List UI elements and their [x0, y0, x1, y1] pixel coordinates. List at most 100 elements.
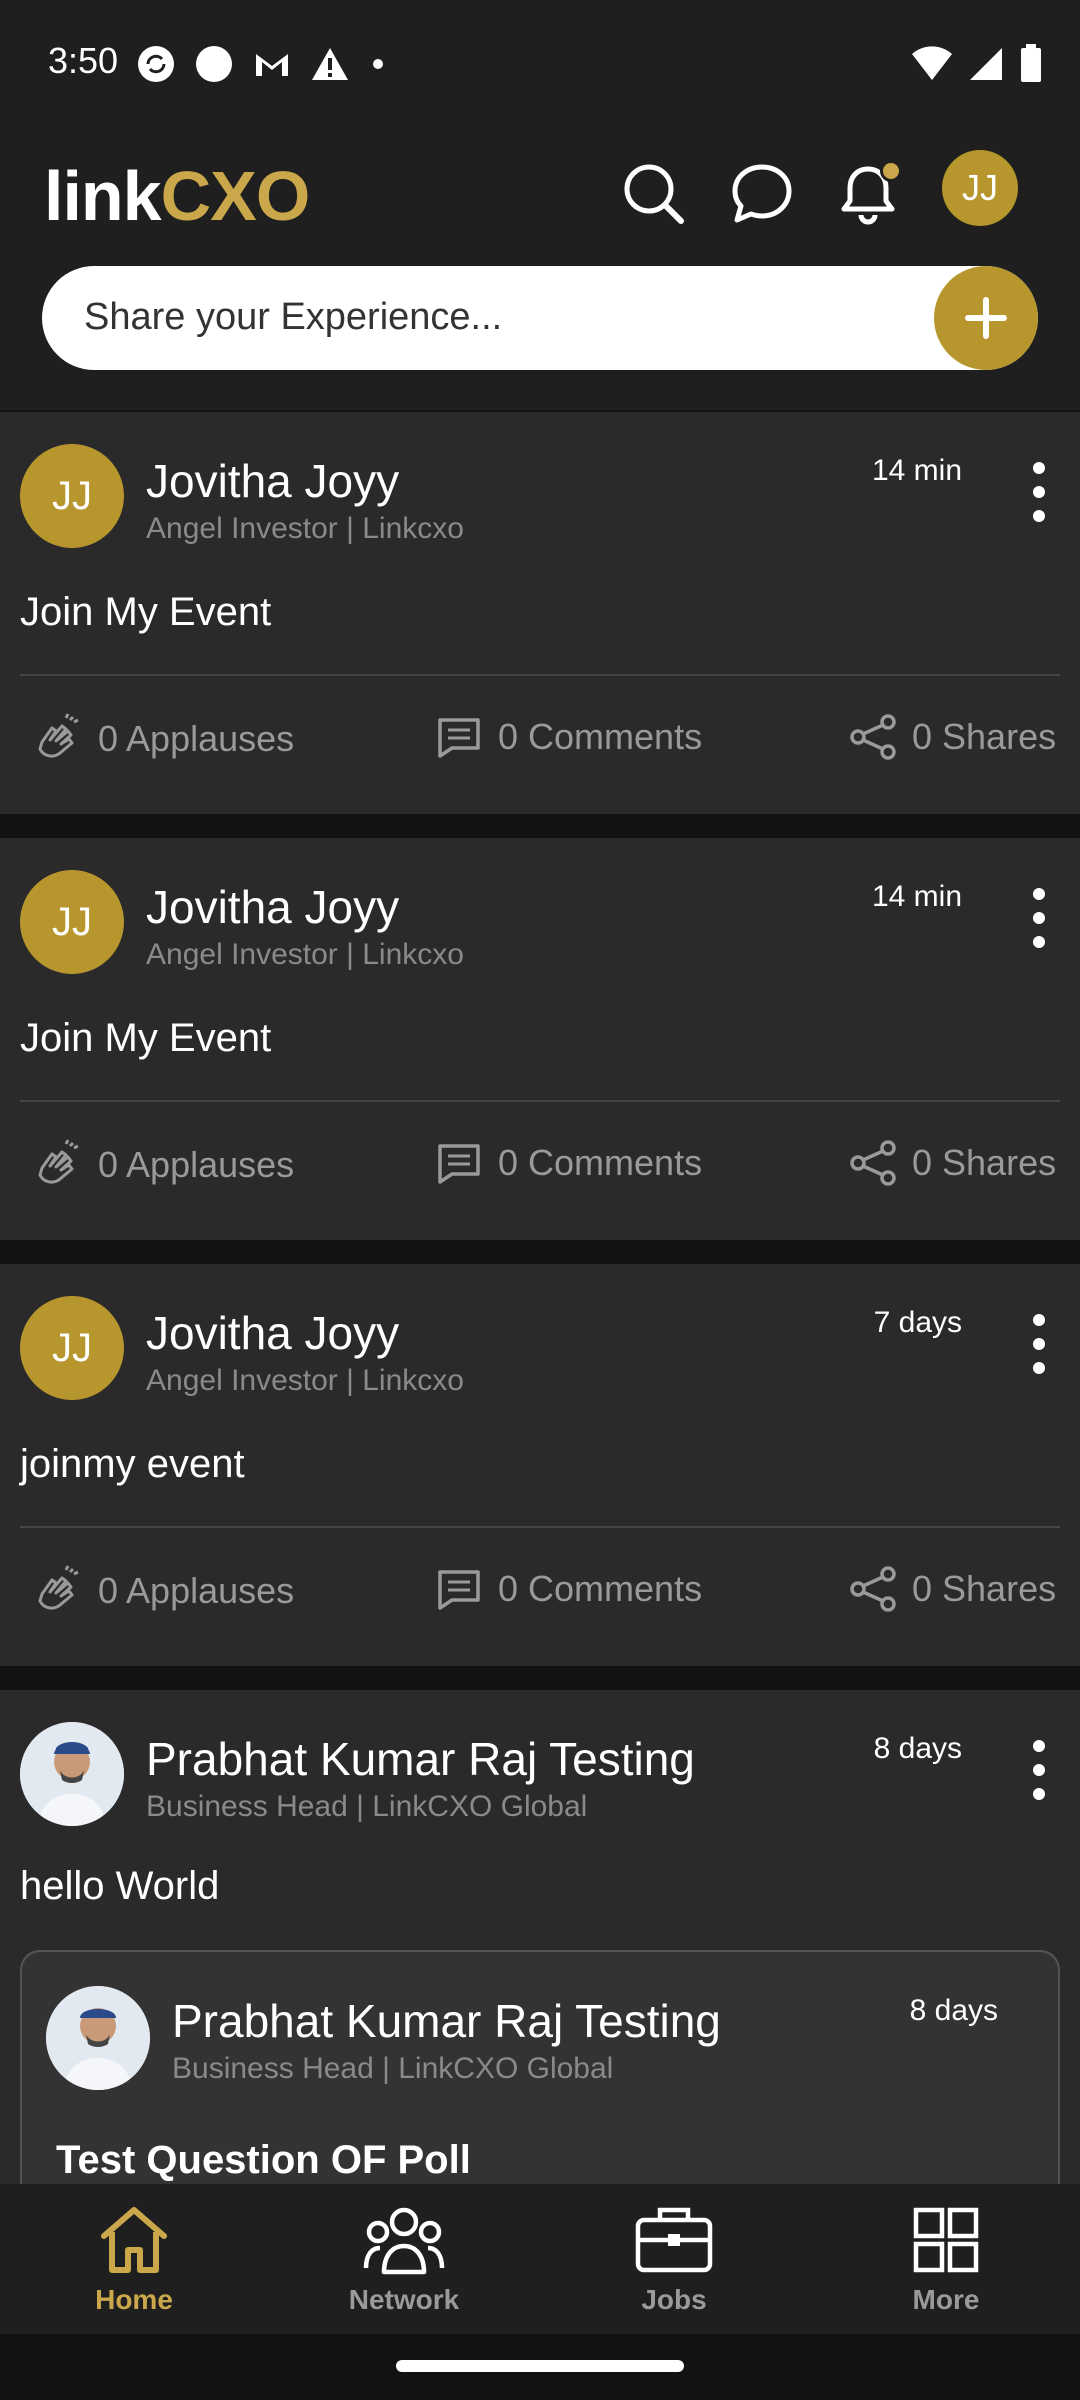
search-button[interactable]	[614, 154, 694, 234]
share-experience-bar[interactable]: Share your Experience...	[42, 266, 1038, 370]
comment-icon	[438, 1570, 480, 1610]
author-name[interactable]: Prabhat Kumar Raj Testing	[146, 1732, 695, 1786]
post-actions: 0 Applauses 0 Comments 0 Shares	[0, 1564, 1080, 1624]
home-icon	[101, 2207, 167, 2273]
notification-dot	[880, 160, 902, 182]
applause-count: 0 Applauses	[98, 1570, 295, 1611]
divider	[20, 1100, 1060, 1102]
comment-icon	[438, 1144, 480, 1184]
shared-author-photo[interactable]	[46, 1986, 150, 2090]
more-vertical-icon	[1033, 1314, 1045, 1326]
jobs-icon	[635, 2207, 713, 2273]
divider	[20, 1526, 1060, 1528]
comment-count: 0 Comments	[498, 1568, 703, 1609]
post-time: 14 min	[871, 880, 962, 913]
notifications-button[interactable]	[828, 154, 908, 234]
share-button[interactable]: 0 Shares	[848, 1138, 1056, 1188]
author-avatar[interactable]: JJ	[20, 444, 124, 548]
battery-icon	[1021, 44, 1041, 82]
applause-button[interactable]: 0 Applauses	[30, 1564, 294, 1618]
more-vertical-icon	[1033, 462, 1045, 474]
author-name[interactable]: Jovitha Joyy	[146, 880, 399, 934]
person-photo-icon	[46, 1986, 150, 2090]
applause-button[interactable]: 0 Applauses	[30, 1138, 294, 1192]
author-avatar[interactable]: JJ	[20, 870, 124, 974]
applause-button[interactable]: 0 Applauses	[30, 712, 294, 766]
clap-icon	[38, 1565, 79, 1610]
nav-jobs-label: Jobs	[641, 2284, 707, 2315]
profile-avatar-button[interactable]: JJ	[942, 150, 1018, 226]
clap-icon	[38, 713, 79, 758]
home-gesture-bar[interactable]	[396, 2360, 684, 2372]
more-vertical-icon	[1033, 1740, 1045, 1752]
shared-author-subtitle: Business Head | LinkCXO Global	[172, 2052, 614, 2085]
share-button[interactable]: 0 Shares	[848, 1564, 1056, 1614]
author-avatar[interactable]: JJ	[20, 1296, 124, 1400]
comment-button[interactable]: 0 Comments	[434, 1138, 702, 1188]
shared-author-name[interactable]: Prabhat Kumar Raj Testing	[172, 1994, 721, 2048]
poll-question: Test Question OF Poll	[56, 2138, 471, 2182]
divider	[20, 674, 1060, 676]
share-placeholder: Share your Experience...	[84, 296, 503, 338]
post-menu-button[interactable]	[1024, 1740, 1054, 1800]
nav-more-label: More	[912, 2284, 980, 2315]
linkcxo-logo[interactable]: link CXO	[44, 156, 311, 236]
post-card[interactable]: JJ Jovitha Joyy Angel Investor | Linkcxo…	[0, 1264, 1080, 1666]
post-card[interactable]: JJ Jovitha Joyy Angel Investor | Linkcxo…	[0, 838, 1080, 1240]
gesture-area	[0, 2334, 1080, 2400]
post-menu-button[interactable]	[1024, 888, 1054, 948]
post-actions: 0 Applauses 0 Comments 0 Shares	[0, 712, 1080, 772]
author-photo[interactable]	[20, 1722, 124, 1826]
dot-icon	[373, 59, 383, 69]
bottom-nav: Home Network Jobs More	[0, 2184, 1080, 2334]
post-actions: 0 Applauses 0 Comments 0 Shares	[0, 1138, 1080, 1198]
circle-icon	[196, 46, 232, 82]
shared-poll-card[interactable]: Prabhat Kumar Raj Testing Business Head …	[20, 1950, 1060, 2210]
nav-jobs[interactable]: Jobs	[574, 2202, 774, 2316]
network-icon	[363, 2207, 445, 2275]
more-icon	[913, 2207, 979, 2273]
status-time: 3:50	[48, 40, 119, 81]
applause-count: 0 Applauses	[98, 1144, 295, 1185]
nav-network[interactable]: Network	[304, 2202, 504, 2316]
post-text: Join My Event	[20, 1016, 272, 1060]
clap-icon	[38, 1139, 79, 1184]
post-menu-button[interactable]	[1024, 1314, 1054, 1374]
author-subtitle: Angel Investor | Linkcxo	[146, 938, 464, 971]
messages-button[interactable]	[722, 154, 802, 234]
share-button[interactable]: 0 Shares	[848, 712, 1056, 762]
nav-network-label: Network	[348, 2284, 460, 2315]
more-vertical-icon	[1033, 888, 1045, 900]
post-card[interactable]: JJ Jovitha Joyy Angel Investor | Linkcxo…	[0, 412, 1080, 814]
share-icon	[850, 714, 896, 760]
post-menu-button[interactable]	[1024, 462, 1054, 522]
nav-home[interactable]: Home	[34, 2202, 234, 2316]
applause-count: 0 Applauses	[98, 718, 295, 759]
logo-text-cxo: CXO	[160, 157, 311, 235]
post-time: 7 days	[873, 1306, 962, 1339]
status-bar: 3:50	[0, 0, 1080, 130]
share-icon	[850, 1566, 896, 1612]
sync-icon	[138, 46, 174, 82]
shared-post-time: 8 days	[909, 1994, 998, 2027]
add-post-button[interactable]	[934, 266, 1038, 370]
nav-home-label: Home	[95, 2284, 173, 2315]
author-subtitle: Angel Investor | Linkcxo	[146, 512, 464, 545]
author-name[interactable]: Jovitha Joyy	[146, 1306, 399, 1360]
author-name[interactable]: Jovitha Joyy	[146, 454, 399, 508]
signal-icon	[970, 48, 1002, 80]
post-time: 14 min	[871, 454, 962, 487]
gmail-icon	[256, 54, 288, 76]
wifi-icon	[912, 46, 952, 80]
status-system-icons	[912, 44, 1042, 84]
post-time: 8 days	[873, 1732, 962, 1765]
comment-button[interactable]: 0 Comments	[434, 1564, 702, 1614]
nav-more[interactable]: More	[846, 2202, 1046, 2316]
comment-button[interactable]: 0 Comments	[434, 712, 702, 762]
person-photo-icon	[20, 1722, 124, 1826]
post-card[interactable]: Prabhat Kumar Raj Testing Business Head …	[0, 1690, 1080, 2210]
post-text: Join My Event	[20, 590, 272, 634]
plus-icon	[965, 297, 1007, 339]
share-icon	[850, 1140, 896, 1186]
comment-icon	[438, 718, 480, 758]
